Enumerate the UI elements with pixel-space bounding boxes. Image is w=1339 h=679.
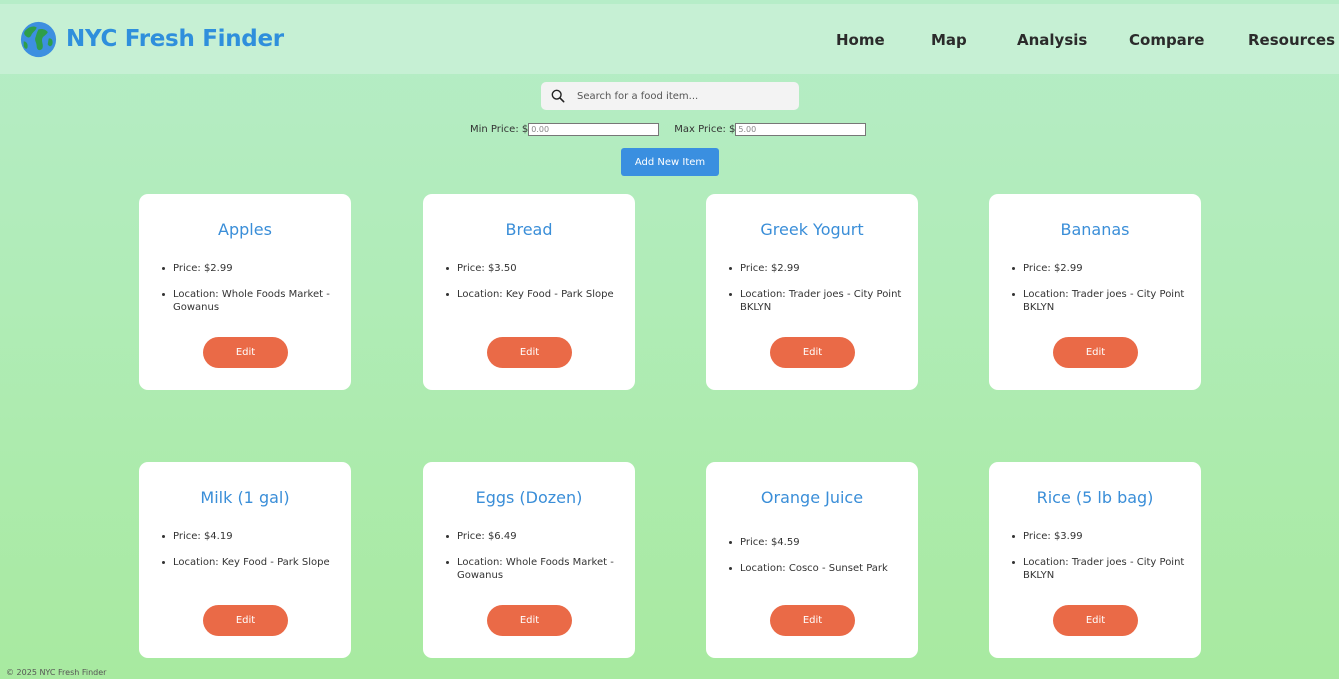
item-location: Location: Whole Foods Market - Gowanus — [160, 288, 340, 314]
item-details: Price: $4.19 Location: Key Food - Park S… — [160, 530, 340, 582]
item-price: Price: $4.19 — [160, 530, 340, 543]
item-details: Price: $3.50 Location: Key Food - Park S… — [444, 262, 624, 314]
item-price: Price: $3.99 — [1010, 530, 1190, 543]
item-price: Price: $2.99 — [727, 262, 907, 275]
item-details: Price: $4.59 Location: Cosco - Sunset Pa… — [727, 536, 907, 588]
max-price-input[interactable] — [735, 123, 867, 136]
item-location: Location: Key Food - Park Slope — [444, 288, 624, 301]
edit-button[interactable]: Edit — [487, 605, 572, 636]
item-location: Location: Trader joes - City Point BKLYN — [1010, 556, 1190, 582]
nav-analysis[interactable]: Analysis — [1017, 31, 1087, 49]
nav-home[interactable]: Home — [836, 31, 885, 49]
min-price-input[interactable] — [528, 123, 660, 136]
item-location: Location: Key Food - Park Slope — [160, 556, 340, 569]
item-details: Price: $3.99 Location: Trader joes - Cit… — [1010, 530, 1190, 595]
item-name: Bread — [505, 220, 553, 239]
min-price-label: Min Price: $ — [470, 124, 529, 135]
item-price: Price: $2.99 — [160, 262, 340, 275]
item-card: Milk (1 gal) Price: $4.19 Location: Key … — [139, 462, 351, 658]
edit-button[interactable]: Edit — [770, 605, 855, 636]
item-card: Orange Juice Price: $4.59 Location: Cosc… — [706, 462, 918, 658]
item-name: Bananas — [1060, 220, 1130, 239]
item-name: Apples — [218, 220, 272, 239]
item-card: Eggs (Dozen) Price: $6.49 Location: Whol… — [423, 462, 635, 658]
navbar: NYC Fresh Finder Home Map Analysis Compa… — [0, 4, 1339, 74]
item-card: Apples Price: $2.99 Location: Whole Food… — [139, 194, 351, 390]
item-location: Location: Whole Foods Market - Gowanus — [444, 556, 624, 582]
edit-button[interactable]: Edit — [770, 337, 855, 368]
nav-map[interactable]: Map — [931, 31, 967, 49]
edit-button[interactable]: Edit — [203, 605, 288, 636]
item-card: Bananas Price: $2.99 Location: Trader jo… — [989, 194, 1201, 390]
item-price: Price: $4.59 — [727, 536, 907, 549]
item-card: Rice (5 lb bag) Price: $3.99 Location: T… — [989, 462, 1201, 658]
nav-resources[interactable]: Resources — [1248, 31, 1335, 49]
item-name: Eggs (Dozen) — [475, 488, 583, 507]
item-location: Location: Trader joes - City Point BKLYN — [1010, 288, 1190, 314]
item-price: Price: $6.49 — [444, 530, 624, 543]
item-name: Milk (1 gal) — [200, 488, 290, 507]
nav-compare[interactable]: Compare — [1129, 31, 1204, 49]
item-card: Greek Yogurt Price: $2.99 Location: Trad… — [706, 194, 918, 390]
price-filter: Min Price: $ Max Price: $ — [470, 122, 867, 137]
add-new-item-button[interactable]: Add New Item — [621, 148, 719, 176]
item-name: Greek Yogurt — [760, 220, 864, 239]
search-icon — [551, 89, 565, 103]
search-input[interactable] — [577, 90, 777, 102]
edit-button[interactable]: Edit — [1053, 605, 1138, 636]
edit-button[interactable]: Edit — [203, 337, 288, 368]
search-bar[interactable] — [541, 82, 799, 110]
item-location: Location: Trader joes - City Point BKLYN — [727, 288, 907, 314]
item-price: Price: $2.99 — [1010, 262, 1190, 275]
globe-icon — [20, 21, 57, 57]
item-name: Orange Juice — [760, 488, 864, 507]
item-price: Price: $3.50 — [444, 262, 624, 275]
item-card: Bread Price: $3.50 Location: Key Food - … — [423, 194, 635, 390]
max-price-label: Max Price: $ — [674, 124, 736, 135]
brand-logo[interactable]: NYC Fresh Finder — [20, 21, 284, 58]
item-location: Location: Cosco - Sunset Park — [727, 562, 907, 575]
brand-title: NYC Fresh Finder — [66, 26, 284, 52]
item-details: Price: $2.99 Location: Whole Foods Marke… — [160, 262, 340, 327]
item-details: Price: $2.99 Location: Trader joes - Cit… — [727, 262, 907, 327]
item-details: Price: $2.99 Location: Trader joes - Cit… — [1010, 262, 1190, 327]
item-name: Rice (5 lb bag) — [1036, 488, 1154, 507]
footer-copyright: © 2025 NYC Fresh Finder — [6, 668, 107, 677]
item-details: Price: $6.49 Location: Whole Foods Marke… — [444, 530, 624, 595]
edit-button[interactable]: Edit — [1053, 337, 1138, 368]
edit-button[interactable]: Edit — [487, 337, 572, 368]
